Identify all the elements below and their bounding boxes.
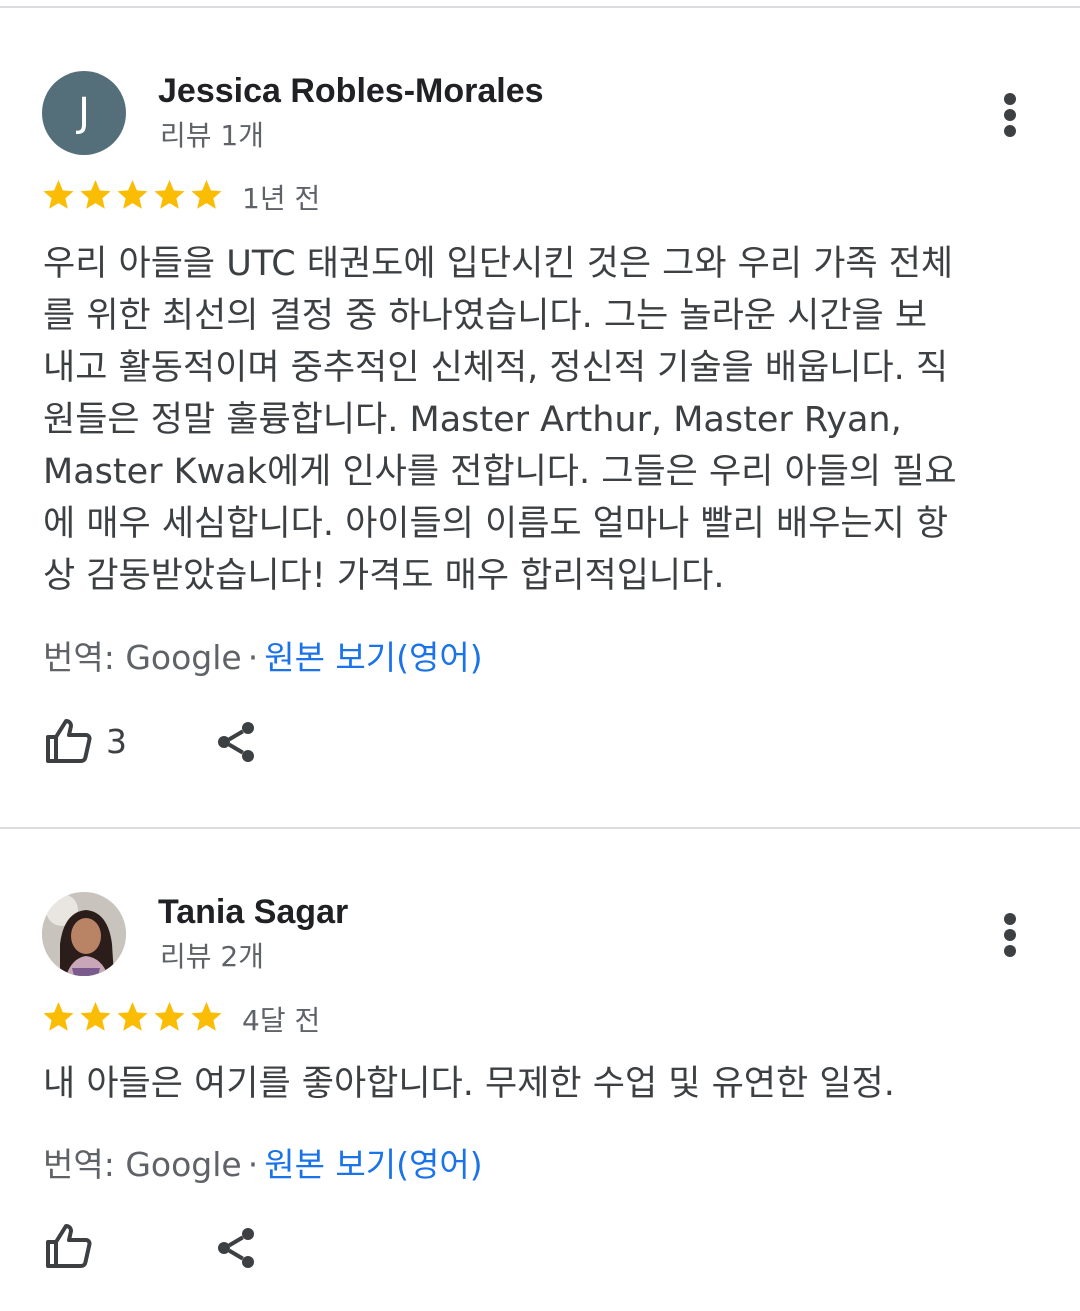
reviewer-name[interactable]: Jessica Robles-Morales — [158, 72, 544, 111]
star-icon — [80, 1002, 111, 1031]
review-divider — [0, 827, 1080, 829]
share-icon — [218, 1228, 254, 1268]
review-count: 리뷰 2개 — [160, 940, 264, 973]
star-icon — [43, 1002, 74, 1031]
review-text: 내 아들은 여기를 좋아합니다. 무제한 수업 및 유연한 일정. — [43, 1064, 895, 1104]
more-options-button[interactable] — [990, 88, 1030, 144]
star-rating — [40, 999, 225, 1035]
thumb-up-icon — [46, 719, 92, 763]
star-icon — [191, 1002, 222, 1031]
view-original-link[interactable]: 원본 보기(영어) — [264, 638, 482, 677]
star-rating — [40, 177, 225, 213]
share-button[interactable] — [212, 1224, 260, 1272]
like-count: 3 — [106, 722, 127, 761]
share-icon — [218, 722, 254, 762]
top-divider — [0, 6, 1080, 8]
reviewer-name[interactable]: Tania Sagar — [158, 893, 348, 932]
thumb-up-icon — [46, 1224, 92, 1268]
avatar[interactable] — [42, 892, 126, 976]
more-options-button[interactable] — [990, 908, 1030, 964]
review-count: 리뷰 1개 — [160, 119, 264, 152]
star-icon — [154, 180, 185, 209]
avatar-letter: J — [78, 90, 90, 136]
like-button[interactable] — [44, 717, 96, 765]
avatar[interactable]: J — [42, 71, 126, 155]
translated-by: 번역: Google — [43, 638, 242, 677]
view-original-link[interactable]: 원본 보기(영어) — [264, 1145, 482, 1184]
star-icon — [154, 1002, 185, 1031]
like-button[interactable] — [44, 1222, 96, 1270]
translation-line: 번역: Google · 원본 보기(영어) — [43, 631, 483, 679]
review-date: 4달 전 — [242, 1004, 321, 1037]
review-date: 1년 전 — [242, 182, 321, 215]
avatar-photo — [42, 892, 126, 976]
star-icon — [191, 180, 222, 209]
star-icon — [117, 180, 148, 209]
separator: · — [247, 638, 259, 677]
separator: · — [247, 1145, 259, 1184]
share-button[interactable] — [212, 718, 260, 766]
review-text: 우리 아들을 UTC 태권도에 입단시킨 것은 그와 우리 가족 전체 를 위한… — [43, 244, 957, 596]
star-icon — [117, 1002, 148, 1031]
translation-line: 번역: Google · 원본 보기(영어) — [43, 1138, 483, 1186]
translated-by: 번역: Google — [43, 1145, 242, 1184]
star-icon — [80, 180, 111, 209]
star-icon — [43, 180, 74, 209]
